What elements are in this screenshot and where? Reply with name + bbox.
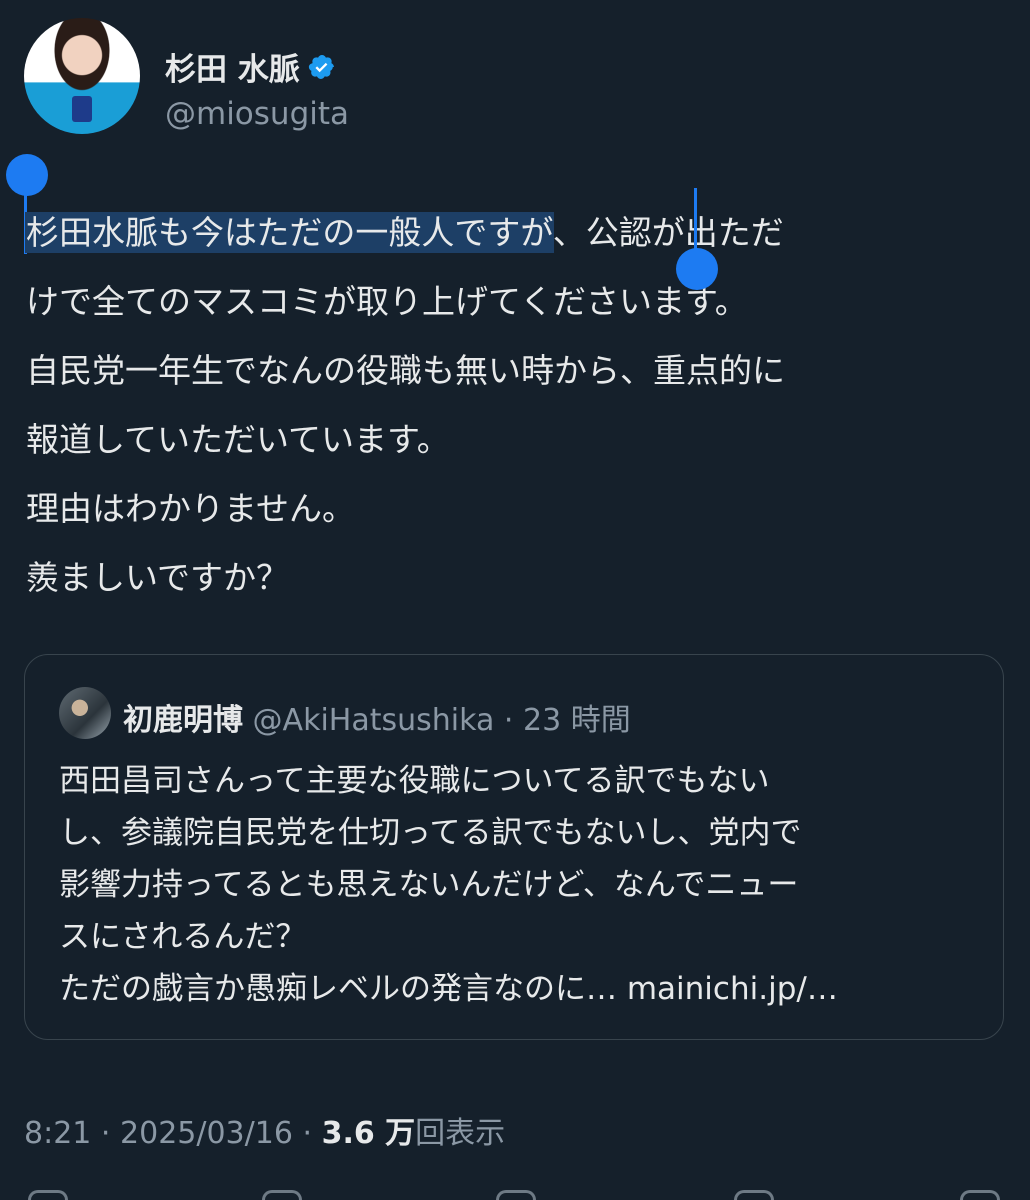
tweet-meta: 8:21 · 2025/03/16 · 3.6 万回表示 — [24, 1108, 505, 1152]
quoted-author-avatar[interactable] — [59, 687, 111, 739]
retweet-icon[interactable] — [262, 1190, 302, 1200]
author-avatar[interactable] — [24, 18, 140, 134]
selection-start-handle[interactable] — [6, 154, 48, 196]
view-label: 回表示 — [415, 1116, 506, 1151]
selected-text[interactable]: 杉田水脈も今はただの一般人ですが — [26, 213, 553, 252]
quoted-line: 西田昌司さんって主要な役職についてる訳でもない — [59, 763, 770, 799]
quoted-line: 影響力持ってるとも思えないんだけど、なんでニュー — [59, 867, 799, 903]
verified-badge-icon — [308, 54, 334, 79]
author-display-name[interactable]: 杉田 水脈 — [165, 44, 300, 89]
tweet-line: 理由はわかりません。 — [26, 474, 1016, 543]
tweet-text[interactable]: 杉田水脈も今はただの一般人ですが、公認が出ただ けで全てのマスコミが取り上げてく… — [26, 198, 1016, 612]
quoted-line: し、参議院自民党を仕切ってる訳でもないし、党内で — [59, 815, 802, 851]
tweet-line-text: けで全てのマスコミが取り上げてくださいます。 — [26, 282, 748, 321]
tweet-line: 杉田水脈も今はただの一般人ですが、公認が出ただ — [26, 198, 1016, 267]
tweet-line-text: 、公認が出ただ — [552, 213, 784, 252]
reply-icon[interactable] — [28, 1190, 68, 1200]
action-bar — [0, 1186, 1030, 1200]
name-row: 杉田 水脈 — [165, 44, 336, 89]
meta-separator: · — [100, 1116, 111, 1151]
tweet-line-text: 自民党一年生でなんの役職も無い時から、重点的に — [26, 351, 785, 390]
quoted-tweet-header: 初鹿明博 @AkiHatsushika · 23 時間 — [123, 695, 631, 739]
quoted-tweet-card[interactable]: 初鹿明博 @AkiHatsushika · 23 時間 西田昌司さんって主要な役… — [24, 654, 1004, 1040]
tweet-line: けで全てのマスコミが取り上げてくださいます。 — [26, 267, 1016, 336]
selection-end-handle[interactable] — [676, 248, 718, 290]
quoted-tweet-text[interactable]: 西田昌司さんって主要な役職についてる訳でもない し、参議院自民党を仕切ってる訳で… — [59, 755, 979, 1015]
view-count: 3.6 万 — [321, 1116, 416, 1151]
tweet-line: 自民党一年生でなんの役職も無い時から、重点的に — [26, 336, 1016, 405]
tweet-line: 報道していただいています。 — [26, 405, 1016, 474]
quoted-line: スにされるんだ？ — [59, 919, 307, 955]
tweet-line: 羨ましいですか？ — [26, 543, 1016, 612]
quoted-timestamp[interactable]: 23 時間 — [523, 703, 631, 738]
tweet-date[interactable]: 2025/03/16 — [120, 1116, 293, 1151]
meta-separator: · — [302, 1116, 313, 1151]
avatar-collar — [72, 96, 92, 122]
bookmark-icon[interactable] — [734, 1190, 774, 1200]
share-icon[interactable] — [960, 1190, 1000, 1200]
quoted-author-handle[interactable]: @AkiHatsushika — [253, 703, 495, 738]
quoted-line: ただの戯言か愚痴レベルの発言なのに… mainichi.jp/… — [59, 971, 838, 1007]
tweet-line-text: 羨ましいですか？ — [26, 558, 290, 597]
like-icon[interactable] — [496, 1190, 536, 1200]
author-handle[interactable]: @miosugita — [165, 96, 349, 132]
tweet-header: 杉田 水脈 @miosugita — [24, 18, 1004, 134]
quoted-separator: · — [503, 703, 514, 738]
tweet-line-text: 理由はわかりません。 — [26, 489, 356, 528]
tweet-line-text: 報道していただいています。 — [26, 420, 450, 459]
tweet-time[interactable]: 8:21 — [24, 1116, 91, 1151]
quoted-author-name[interactable]: 初鹿明博 — [123, 703, 243, 738]
